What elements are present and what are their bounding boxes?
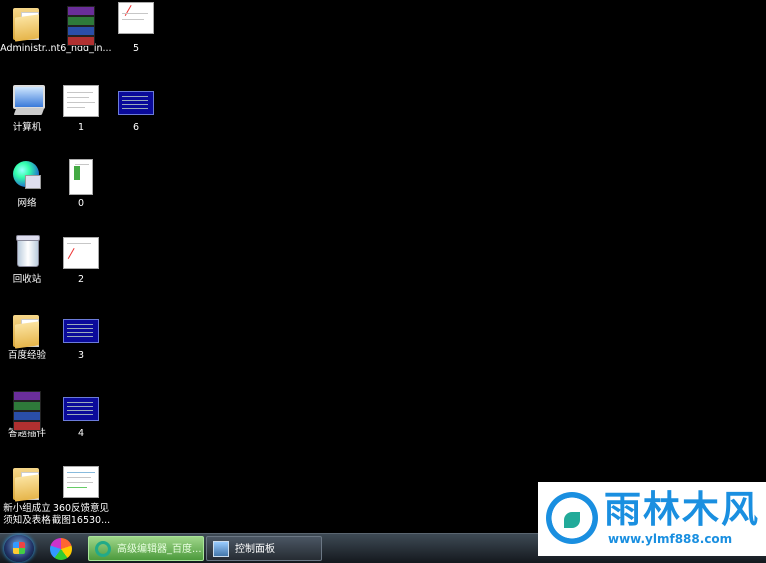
desktop-icon-360-feedback-screenshot[interactable]: 360反馈意见 截图16530... xyxy=(45,460,117,530)
desktop-icon-image-5[interactable]: 5 xyxy=(100,0,172,70)
internet-explorer-icon xyxy=(95,541,111,557)
image-thumbnail-icon xyxy=(61,387,101,427)
desktop-icon-label: 6 xyxy=(132,122,140,133)
taskbar-button-label: 高级编辑器_百度... xyxy=(117,544,202,555)
desktop-icon-label: 5 xyxy=(132,43,140,54)
image-thumbnail-icon xyxy=(61,157,101,197)
start-button[interactable] xyxy=(4,535,34,562)
desktop: Administr... 计算机 网络 回收站 百度经验 答题插件 新小组成立 … xyxy=(0,0,766,533)
watermark-url: www.ylmf888.com xyxy=(608,532,733,546)
image-thumbnail-icon xyxy=(61,462,101,502)
ylmf-logo-icon xyxy=(546,492,598,544)
folder-icon xyxy=(7,309,47,349)
windows-logo-icon xyxy=(13,542,25,554)
desktop-icon-image-2[interactable]: 2 xyxy=(45,231,117,301)
desktop-icon-label: 0 xyxy=(77,198,85,209)
desktop-icon-label: 2 xyxy=(77,274,85,285)
image-thumbnail-icon xyxy=(116,81,156,121)
recycle-bin-icon xyxy=(7,233,47,273)
desktop-icon-image-6[interactable]: 6 xyxy=(100,79,172,149)
computer-icon xyxy=(7,81,47,121)
network-globe-icon xyxy=(7,157,47,197)
folder-icon xyxy=(7,2,47,42)
desktop-icon-image-3[interactable]: 3 xyxy=(45,307,117,377)
watermark-logo: 雨林木风 www.ylmf888.com xyxy=(538,482,766,556)
desktop-icon-label: 360反馈意见 截图16530... xyxy=(51,503,111,526)
image-thumbnail-icon xyxy=(61,233,101,273)
desktop-icon-label: 4 xyxy=(77,428,85,439)
image-thumbnail-icon xyxy=(61,81,101,121)
taskbar-button-label: 控制面板 xyxy=(235,544,275,555)
desktop-icon-image-4[interactable]: 4 xyxy=(45,385,117,455)
folder-icon xyxy=(7,462,47,502)
control-panel-icon xyxy=(213,541,229,557)
quick-launch-app-icon[interactable] xyxy=(50,538,72,560)
image-thumbnail-icon xyxy=(61,309,101,349)
taskbar-button-control-panel[interactable]: 控制面板 xyxy=(206,536,322,561)
image-thumbnail-icon xyxy=(116,2,156,42)
desktop-icon-image-0[interactable]: 0 xyxy=(45,155,117,225)
taskbar-button-advanced-editor[interactable]: 高级编辑器_百度... xyxy=(88,536,204,561)
watermark-brand: 雨林木风 xyxy=(604,488,760,531)
winrar-archive-icon xyxy=(7,387,47,431)
desktop-icon-label: 3 xyxy=(77,350,85,361)
winrar-archive-icon xyxy=(61,2,101,46)
